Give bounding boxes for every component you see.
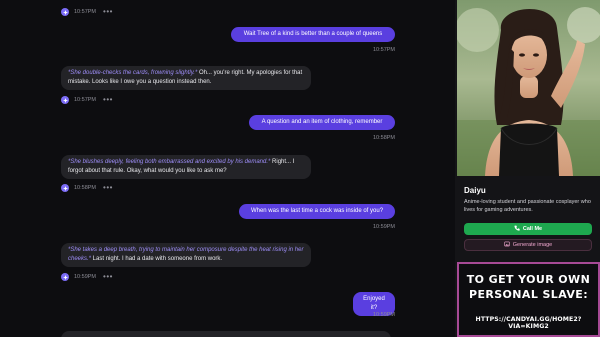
user-message: Wait Tree of a kind is better than a cou… [231,27,395,42]
message-time: 10:59PM [373,312,396,318]
bot-message-partial [61,331,391,337]
message-meta: 10:57PM ••• [61,96,113,104]
message-meta: 10:58PM ••• [61,184,113,192]
message-time: 10:57PM [74,9,97,15]
message-meta: 10:57PM ••• [61,8,113,16]
bot-avatar-icon [61,273,69,281]
bot-message: *She takes a deep breath, trying to main… [61,243,311,267]
message-time: 10:58PM [373,135,396,141]
message-time: 10:59PM [74,274,97,280]
bot-avatar-icon [61,96,69,104]
more-dots-icon[interactable]: ••• [103,96,113,104]
more-dots-icon[interactable]: ••• [103,273,113,281]
message-time: 10:59PM [373,224,396,230]
bot-avatar-icon [61,184,69,192]
chat-panel: 10:57PM ••• Wait Tree of a kind is bette… [0,0,455,337]
profile-description: Anime-loving student and passionate cosp… [464,199,591,213]
message-time: 10:58PM [74,185,97,191]
more-dots-icon[interactable]: ••• [103,8,113,16]
bot-message: *She blushes deeply, feeling both embarr… [61,155,311,179]
call-me-button[interactable]: Call Me [464,223,592,235]
phone-icon [514,225,520,233]
promo-line-1: TO GET YOUR OWN [466,273,591,286]
bot-message: *She double-checks the cards, frowning s… [61,66,311,90]
image-generate-icon [504,241,510,249]
bot-action-text: *She double-checks the cards, frowning s… [68,70,198,76]
more-dots-icon[interactable]: ••• [103,184,113,192]
profile-name: Daiyu [464,186,486,195]
call-me-label: Call Me [522,226,543,232]
user-message: A question and an item of clothing, reme… [249,115,395,130]
profile-photo [457,0,600,176]
promo-title: TO GET YOUR OWN PERSONAL SLAVE: [459,272,598,302]
message-meta: 10:59PM ••• [61,273,113,281]
generate-image-label: Generate image [512,242,553,248]
promo-line-2: PERSONAL SLAVE: [468,288,588,301]
generate-image-button[interactable]: Generate image [464,239,592,251]
promo-banner[interactable]: TO GET YOUR OWN PERSONAL SLAVE: HTTPS://… [457,262,600,337]
message-time: 10:57PM [74,97,97,103]
promo-url[interactable]: HTTPS://CANDYAI.GG/HOME2?VIA=KIMG2 [459,316,598,330]
message-time: 10:57PM [373,47,396,53]
bot-action-text: *She blushes deeply, feeling both embarr… [68,159,271,165]
bot-message-text: Last night. I had a date with someone fr… [91,256,223,262]
user-message: When was the last time a cock was inside… [239,204,395,219]
bot-avatar-icon [61,8,69,16]
